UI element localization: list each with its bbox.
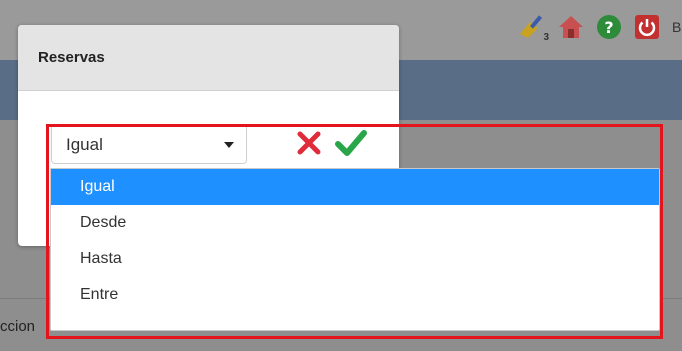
accept-button[interactable] bbox=[334, 128, 368, 158]
close-icon bbox=[297, 131, 321, 155]
check-icon bbox=[335, 130, 367, 156]
power-icon[interactable] bbox=[634, 14, 660, 40]
help-icon[interactable]: ? bbox=[596, 14, 622, 40]
option-desde[interactable]: Desde bbox=[51, 205, 659, 241]
modal-header: Reservas bbox=[18, 25, 399, 91]
comparison-select[interactable]: Igual bbox=[51, 124, 247, 164]
option-hasta[interactable]: Hasta bbox=[51, 241, 659, 277]
home-icon[interactable] bbox=[558, 14, 584, 40]
option-entre[interactable]: Entre bbox=[51, 277, 659, 313]
option-igual[interactable]: Igual bbox=[51, 169, 659, 205]
modal-title: Reservas bbox=[38, 49, 105, 66]
top-toolbar: 3 ? B bbox=[518, 12, 682, 43]
svg-text:?: ? bbox=[604, 18, 613, 37]
select-dropdown: Igual Desde Hasta Entre bbox=[50, 168, 660, 331]
select-value: Igual bbox=[66, 135, 103, 154]
broom-icon[interactable]: 3 bbox=[518, 14, 549, 43]
app-background-text: ccion bbox=[0, 318, 36, 335]
broom-badge: 3 bbox=[543, 32, 549, 43]
cancel-button[interactable] bbox=[296, 130, 322, 156]
chevron-down-icon bbox=[224, 142, 234, 148]
user-label[interactable]: B bbox=[672, 19, 682, 35]
